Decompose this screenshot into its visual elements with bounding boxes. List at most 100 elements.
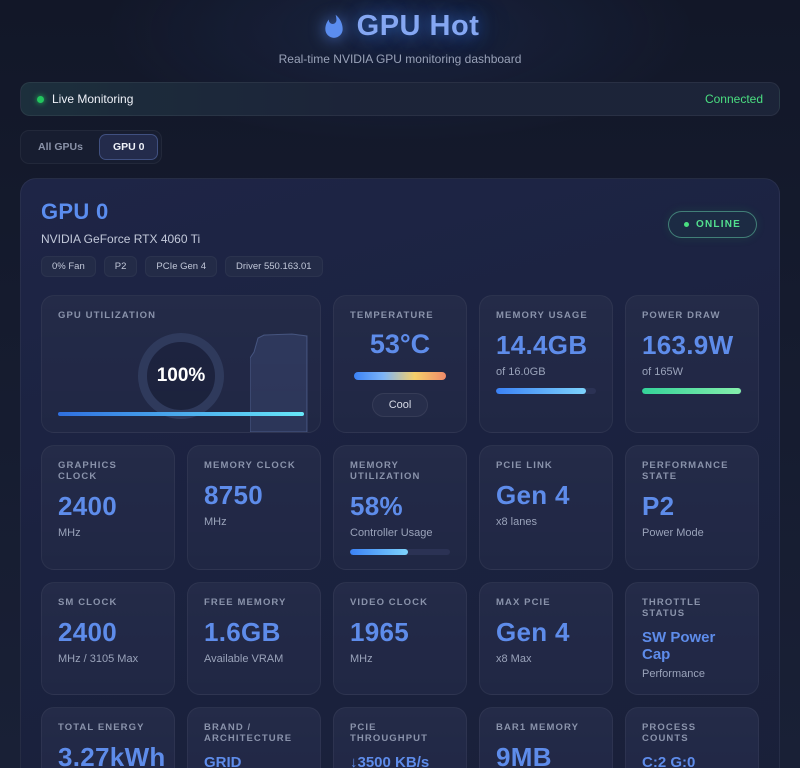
memory-utilization-value: 58% [350,491,450,522]
card-throttle-status: THROTTLE STATUS SW Power Cap Performance [625,582,759,695]
card-video-clock: VIDEO CLOCK 1965 MHz [333,582,467,695]
memory-usage-progress-fill [496,388,586,394]
card-label: POWER DRAW [642,310,742,321]
card-label: FREE MEMORY [204,597,304,608]
memory-usage-sub: of 16.0GB [496,366,596,378]
pcie-link-value: Gen 4 [496,480,596,511]
card-memory-clock: MEMORY CLOCK 8750 MHz [187,445,321,570]
card-label: PROCESS COUNTS [642,722,742,744]
card-label: TOTAL ENERGY [58,722,158,733]
card-memory-utilization: MEMORY UTILIZATION 58% Controller Usage [333,445,467,570]
gpu-panel: GPU 0 NVIDIA GeForce RTX 4060 Ti 0% Fan … [20,178,780,768]
card-temperature: TEMPERATURE 53°C Cool [333,295,467,433]
memory-clock-value: 8750 [204,480,304,511]
card-label: THROTTLE STATUS [642,597,742,619]
card-label: BAR1 MEMORY [496,722,596,733]
card-pcie-throughput: PCIE THROUGHPUT ↓3500 KB/s ↑0 KB/s [333,707,467,768]
utilization-ring-gauge: 100% [138,333,224,419]
card-graphics-clock: GRAPHICS CLOCK 2400 MHz [41,445,175,570]
card-sm-clock: SM CLOCK 2400 MHz / 3105 Max [41,582,175,695]
gpu-badge-row: 0% Fan P2 PCIe Gen 4 Driver 550.163.01 [41,256,759,277]
utilization-history-sparkline [250,328,308,432]
card-total-energy: TOTAL ENERGY 3.27kWh Since driver load [41,707,175,768]
temperature-value: 53°C [350,329,450,360]
free-memory-sub: Available VRAM [204,653,304,665]
card-label: GRAPHICS CLOCK [58,460,158,482]
utilization-value: 100% [157,365,206,387]
fan-badge: 0% Fan [41,256,96,277]
tab-gpu-0[interactable]: GPU 0 [99,134,159,160]
max-pcie-value: Gen 4 [496,617,596,648]
memory-clock-sub: MHz [204,516,304,528]
pcie-link-sub: x8 lanes [496,516,596,528]
connection-status: Connected [705,92,763,106]
card-performance-state: PERFORMANCE STATE P2 Power Mode [625,445,759,570]
brand-architecture-value: GRID [204,754,304,768]
free-memory-value: 1.6GB [204,617,304,648]
graphics-clock-sub: MHz [58,527,158,539]
card-label: PERFORMANCE STATE [642,460,742,482]
online-label: ONLINE [696,219,741,230]
total-energy-value: 3.27kWh [58,742,158,768]
card-power-draw: POWER DRAW 163.9W of 165W [625,295,759,433]
gpu-tab-bar: All GPUs GPU 0 [20,130,162,164]
throttle-status-value: SW Power Cap [642,629,742,663]
card-label: BRAND / ARCHITECTURE [204,722,304,744]
utilization-progress-bar [58,412,304,416]
sm-clock-value: 2400 [58,617,158,648]
online-status-badge: ONLINE [668,211,757,238]
performance-state-value: P2 [642,491,742,522]
power-draw-sub: of 165W [642,366,742,378]
power-draw-value: 163.9W [642,330,742,361]
memory-usage-progress-track [496,388,596,394]
card-label: MAX PCIE [496,597,596,608]
tab-all-gpus[interactable]: All GPUs [24,134,97,160]
memory-utilization-progress-track [350,549,450,555]
sm-clock-sub: MHz / 3105 Max [58,653,158,665]
card-label: MEMORY CLOCK [204,460,304,471]
power-draw-progress-fill [642,388,741,394]
driver-badge: Driver 550.163.01 [225,256,323,277]
card-label: MEMORY UTILIZATION [350,460,450,482]
memory-usage-value: 14.4GB [496,330,596,361]
card-label: TEMPERATURE [350,310,450,321]
card-process-counts: PROCESS COUNTS C:2 G:0 Compute / Graphic… [625,707,759,768]
pstate-badge: P2 [104,256,138,277]
max-pcie-sub: x8 Max [496,653,596,665]
card-label: GPU UTILIZATION [58,310,304,321]
process-counts-value: C:2 G:0 [642,754,742,768]
app-header: GPU Hot Real-time NVIDIA GPU monitoring … [0,0,800,66]
metric-grid: GPU UTILIZATION 100% TEMPERATURE 53°C Co… [41,295,759,768]
card-memory-usage: MEMORY USAGE 14.4GB of 16.0GB [479,295,613,433]
online-dot-icon [684,222,689,227]
throttle-status-sub: Performance [642,668,742,680]
app-title: GPU Hot [357,10,480,43]
card-pcie-link: PCIE LINK Gen 4 x8 lanes [479,445,613,570]
pcie-badge: PCIe Gen 4 [145,256,217,277]
card-gpu-utilization: GPU UTILIZATION 100% [41,295,321,433]
card-label: PCIE LINK [496,460,596,471]
video-clock-sub: MHz [350,653,450,665]
gpu-title: GPU 0 [41,199,759,225]
card-brand-architecture: BRAND / ARCHITECTURE GRID Ada Lovelace [187,707,321,768]
temperature-gradient-bar [354,372,446,380]
card-label: MEMORY USAGE [496,310,596,321]
live-status-bar: Live Monitoring Connected [20,82,780,116]
temperature-status-badge: Cool [372,393,429,417]
performance-state-sub: Power Mode [642,527,742,539]
live-dot-icon [37,96,44,103]
bar1-memory-value: 9MB [496,742,596,768]
card-label: PCIE THROUGHPUT [350,722,450,744]
graphics-clock-value: 2400 [58,491,158,522]
power-draw-progress-track [642,388,742,394]
card-label: VIDEO CLOCK [350,597,450,608]
memory-utilization-sub: Controller Usage [350,527,450,539]
flame-icon [321,14,347,40]
card-label: SM CLOCK [58,597,158,608]
video-clock-value: 1965 [350,617,450,648]
live-monitoring-label: Live Monitoring [52,92,133,106]
card-free-memory: FREE MEMORY 1.6GB Available VRAM [187,582,321,695]
app-subtitle: Real-time NVIDIA GPU monitoring dashboar… [0,52,800,66]
card-bar1-memory: BAR1 MEMORY 9MB of 16.0GB [479,707,613,768]
pcie-throughput-rx-value: ↓3500 KB/s [350,754,450,768]
